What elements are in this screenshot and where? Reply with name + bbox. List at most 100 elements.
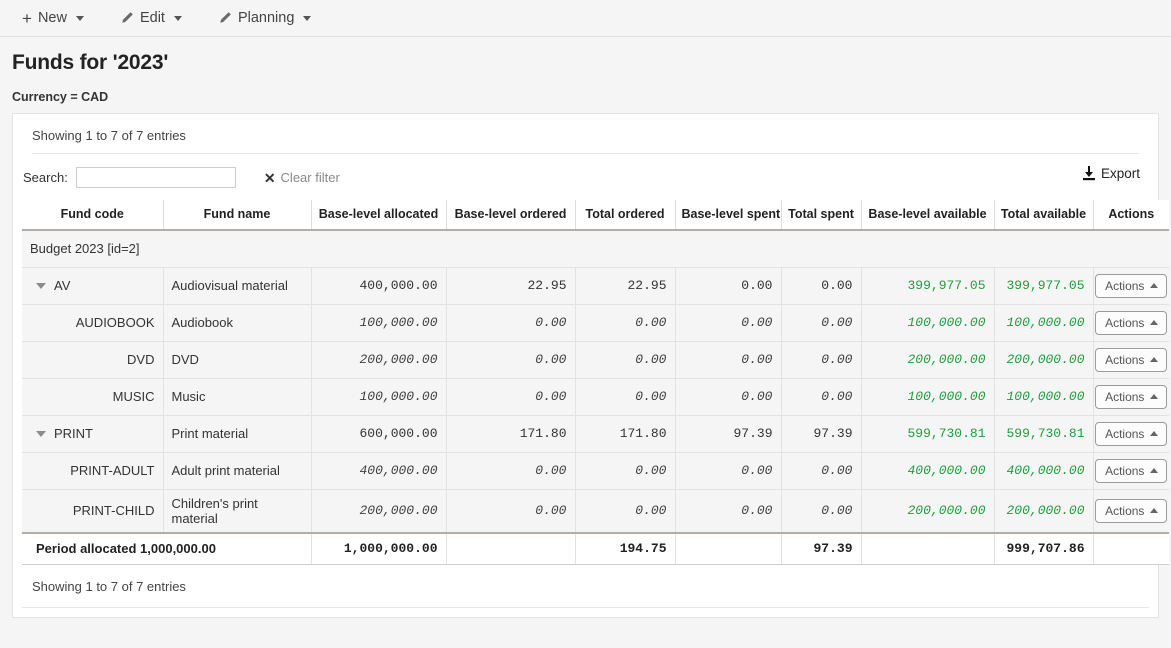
col-fund-code[interactable]: Fund code: [22, 200, 163, 231]
cell-base-level-spent: 97.39: [674, 415, 781, 453]
cell-total-ordered: 0.00: [574, 452, 675, 490]
page-root: + New Edit Planning Funds for '2023' Cur…: [0, 0, 1171, 648]
cell-total-spent: 0.00: [780, 489, 861, 533]
page-header: Funds for '2023' Currency = CAD: [0, 37, 1171, 104]
chevron-up-icon: [1150, 508, 1159, 513]
row-actions-button[interactable]: Actions: [1095, 347, 1168, 372]
table-row: AV Audiovisual material 400,000.00 22.95 22.…: [22, 267, 1169, 305]
cell-base-level-ordered: 0.00: [445, 304, 575, 342]
col-total-spent[interactable]: Total spent: [780, 200, 861, 231]
new-menu-label: New: [37, 9, 67, 26]
cell-base-level-allocated: 200,000.00: [310, 341, 446, 379]
top-toolbar: + New Edit Planning: [0, 0, 1171, 37]
table-row: PRINT Print material 600,000.00 171.80 171.8…: [22, 415, 1169, 453]
cell-total-available: 200,000.00: [993, 489, 1093, 533]
edit-menu-button[interactable]: Edit: [120, 11, 182, 26]
table-row: PRINT-ADULT Adult print material 400,000.0…: [22, 452, 1169, 490]
cell-actions: Actions: [1092, 415, 1169, 453]
row-actions-button[interactable]: Actions: [1095, 498, 1168, 523]
col-base-level-spent[interactable]: Base-level spent: [674, 200, 781, 231]
row-actions-button[interactable]: Actions: [1095, 384, 1168, 409]
clear-filter-label: Clear filter: [280, 170, 340, 185]
cell-actions: Actions: [1092, 267, 1169, 305]
footer-total-ordered: 194.75: [574, 531, 675, 565]
footer-total-available: 999,707.86: [993, 531, 1093, 565]
export-button[interactable]: Export: [1082, 166, 1140, 181]
cell-fund-code[interactable]: AV: [22, 267, 163, 305]
cell-fund-name: Children's print material: [162, 489, 311, 533]
cell-base-level-allocated: 100,000.00: [310, 378, 446, 416]
col-fund-name[interactable]: Fund name: [162, 200, 311, 231]
cell-actions: Actions: [1092, 378, 1169, 416]
cell-base-level-spent: 0.00: [674, 378, 781, 416]
planning-menu-button[interactable]: Planning: [218, 9, 312, 26]
fund-code-text: AV: [54, 278, 71, 293]
cell-base-level-available: 200,000.00: [860, 341, 994, 379]
row-actions-button[interactable]: Actions: [1095, 273, 1168, 298]
cell-total-spent: 97.39: [780, 415, 861, 453]
fund-code-text: MUSIC: [112, 389, 155, 404]
new-menu-button[interactable]: + New: [22, 10, 84, 27]
row-actions-button[interactable]: Actions: [1095, 458, 1168, 483]
footer-base-level-allocated: 1,000,000.00: [310, 531, 446, 565]
row-actions-label: Actions: [1105, 315, 1145, 330]
cell-base-level-spent: 0.00: [674, 267, 781, 305]
cell-fund-code: MUSIC: [22, 378, 163, 416]
table-row: DVD DVD 200,000.00 0.00 0.00 0.00 0.00 200,000.…: [22, 341, 1169, 379]
cell-base-level-spent: 0.00: [674, 489, 781, 533]
col-total-ordered[interactable]: Total ordered: [574, 200, 675, 231]
clear-filter-button[interactable]: ✕ Clear filter: [264, 170, 340, 185]
row-actions-button[interactable]: Actions: [1095, 421, 1168, 446]
cell-base-level-ordered: 0.00: [445, 378, 575, 416]
table-row: MUSIC Music 100,000.00 0.00 0.00 0.00 0.00 100,…: [22, 378, 1169, 416]
col-total-available[interactable]: Total available: [993, 200, 1093, 231]
chevron-up-icon: [1150, 394, 1159, 399]
caret-down-icon[interactable]: [36, 282, 46, 289]
download-icon: [1082, 166, 1096, 181]
cell-base-level-available: 100,000.00: [860, 304, 994, 342]
cell-fund-code[interactable]: PRINT: [22, 415, 163, 453]
cell-total-available: 100,000.00: [993, 304, 1093, 342]
filter-row: Search: ✕ Clear filter Export: [13, 154, 1158, 200]
cell-base-level-allocated: 100,000.00: [310, 304, 446, 342]
cell-fund-name: Adult print material: [162, 452, 311, 490]
cell-total-spent: 0.00: [780, 341, 861, 379]
cell-fund-name: Music: [162, 378, 311, 416]
col-base-level-allocated[interactable]: Base-level allocated: [310, 200, 446, 231]
cell-total-ordered: 0.00: [574, 341, 675, 379]
chevron-down-icon: [303, 15, 312, 21]
cell-fund-code: PRINT-CHILD: [22, 489, 163, 533]
cell-total-ordered: 0.00: [574, 489, 675, 533]
row-actions-label: Actions: [1105, 426, 1145, 441]
col-base-level-ordered[interactable]: Base-level ordered: [445, 200, 575, 231]
cell-actions: Actions: [1092, 489, 1169, 533]
search-input[interactable]: [75, 167, 236, 188]
cell-total-ordered: 0.00: [574, 304, 675, 342]
cell-base-level-ordered: 0.00: [445, 489, 575, 533]
footer-base-level-ordered: [445, 531, 575, 565]
period-total-row: Period allocated 1,000,000.00 1,000,000.0…: [22, 531, 1169, 565]
cell-total-ordered: 0.00: [574, 378, 675, 416]
cell-fund-code: AUDIOBOOK: [22, 304, 163, 342]
row-actions-button[interactable]: Actions: [1095, 310, 1168, 335]
export-label: Export: [1100, 166, 1140, 181]
funds-table: Fund code Fund name Base-level allocated…: [22, 200, 1169, 565]
cell-base-level-ordered: 22.95: [445, 267, 575, 305]
caret-down-icon[interactable]: [36, 430, 46, 437]
cell-actions: Actions: [1092, 304, 1169, 342]
row-actions-label: Actions: [1105, 389, 1145, 404]
cell-total-spent: 0.00: [780, 378, 861, 416]
planning-menu-label: Planning: [237, 9, 295, 26]
footer-total-spent: 97.39: [780, 531, 861, 565]
currency-label: Currency = CAD: [12, 90, 109, 104]
group-label: Budget 2023 [id=2]: [22, 230, 1169, 268]
table-header-row: Fund code Fund name Base-level allocated…: [22, 200, 1169, 231]
cell-total-available: 399,977.05: [993, 267, 1093, 305]
cell-base-level-spent: 0.00: [674, 304, 781, 342]
col-base-level-available[interactable]: Base-level available: [860, 200, 994, 231]
cell-total-spent: 0.00: [780, 267, 861, 305]
showing-entries-bottom: Showing 1 to 7 of 7 entries: [22, 565, 1149, 608]
table-footer: Period allocated 1,000,000.00 1,000,000.0…: [22, 531, 1169, 565]
showing-entries-top: Showing 1 to 7 of 7 entries: [32, 114, 1139, 154]
cell-base-level-available: 399,977.05: [860, 267, 994, 305]
